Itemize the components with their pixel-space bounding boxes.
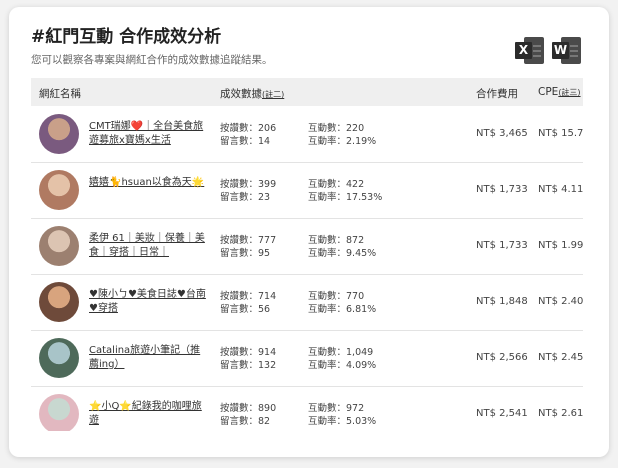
cooperation-fee: NT$ 1,733 xyxy=(476,184,528,195)
table-row: ⭐小Q⭐紀錄我的咖哩旅遊 按讚數：890 留言數：82 互動數：972 互動率：… xyxy=(31,386,583,431)
comments-count: 留言數：23 xyxy=(220,192,271,203)
excel-icon: X xyxy=(515,42,532,59)
likes-count: 按讚數：714 xyxy=(220,291,277,302)
col-fee: 合作費用 xyxy=(476,88,518,100)
export-word-button[interactable]: W xyxy=(552,36,582,66)
influencer-name-link[interactable]: Catalina旅遊小筆記（推薦ing） xyxy=(89,344,209,372)
table-row: Catalina旅遊小筆記（推薦ing） 按讚數：914 留言數：132 互動數… xyxy=(31,330,583,387)
cpe-value: NT$ 15.75 xyxy=(538,128,583,139)
avatar[interactable] xyxy=(39,282,79,322)
interaction-rate: 互動率：2.19% xyxy=(308,136,377,147)
influencer-name-link[interactable]: ⭐小Q⭐紀錄我的咖哩旅遊 xyxy=(89,400,209,428)
analysis-card: #紅門互動 合作成效分析 您可以觀察各專案與網紅合作的成效數據追蹤結果。 X W… xyxy=(9,7,609,457)
likes-count: 按讚數：777 xyxy=(220,235,277,246)
table-header: 網紅名稱 成效數據(註二) 合作費用 CPE(註三) xyxy=(31,78,583,106)
cooperation-fee: NT$ 1,848 xyxy=(476,296,528,307)
comments-count: 留言數：95 xyxy=(220,248,271,259)
table-row: 嬉嬉🐈hsuan以食為天🌟 按讚數：399 留言數：23 互動數：422 互動率… xyxy=(31,162,583,219)
avatar[interactable] xyxy=(39,114,79,154)
likes-count: 按讚數：399 xyxy=(220,179,277,190)
col-performance: 成效數據(註二) xyxy=(220,88,285,100)
table-row: 柔伊 61｜美妝｜保養｜美食｜穿搭｜日常｜ 按讚數：777 留言數：95 互動數… xyxy=(31,218,583,275)
likes-count: 按讚數：890 xyxy=(220,403,277,414)
interaction-rate: 互動率：6.81% xyxy=(308,304,377,315)
table-row: ♥陳小ㄅ♥美食日誌♥台南♥穿搭 按讚數：714 留言數：56 互動數：770 互… xyxy=(31,274,583,331)
col-influencer: 網紅名稱 xyxy=(39,88,81,100)
cpe-value: NT$ 4.11 xyxy=(538,184,583,195)
interaction-rate: 互動率：4.09% xyxy=(308,360,377,371)
interactions-count: 互動數：770 xyxy=(308,291,365,302)
influencer-name-link[interactable]: ♥陳小ㄅ♥美食日誌♥台南♥穿搭 xyxy=(89,288,209,316)
cpe-note-link[interactable]: (註三) xyxy=(558,88,580,97)
performance-note-link[interactable]: (註二) xyxy=(262,90,284,99)
interactions-count: 互動數：422 xyxy=(308,179,365,190)
interactions-count: 互動數：972 xyxy=(308,403,365,414)
avatar[interactable] xyxy=(39,394,79,431)
page-title: #紅門互動 合作成效分析 xyxy=(31,27,222,47)
cooperation-fee: NT$ 2,566 xyxy=(476,352,528,363)
likes-count: 按讚數：914 xyxy=(220,347,277,358)
avatar[interactable] xyxy=(39,170,79,210)
cpe-value: NT$ 1.99 xyxy=(538,240,583,251)
influencer-name-link[interactable]: 嬉嬉🐈hsuan以食為天🌟 xyxy=(89,176,209,190)
cooperation-fee: NT$ 1,733 xyxy=(476,240,528,251)
table-body: CMT瑞娜❤️｜全台美食旅遊募旅x寶媽x生活 按讚數：206 留言數：14 互動… xyxy=(31,106,583,431)
export-excel-button[interactable]: X xyxy=(515,36,545,66)
comments-count: 留言數：132 xyxy=(220,360,277,371)
table-row: CMT瑞娜❤️｜全台美食旅遊募旅x寶媽x生活 按讚數：206 留言數：14 互動… xyxy=(31,106,583,163)
word-icon: W xyxy=(552,42,569,59)
interaction-rate: 互動率：9.45% xyxy=(308,248,377,259)
comments-count: 留言數：56 xyxy=(220,304,271,315)
interactions-count: 互動數：872 xyxy=(308,235,365,246)
cpe-value: NT$ 2.61 xyxy=(538,408,583,419)
cpe-value: NT$ 2.45 xyxy=(538,352,583,363)
col-cpe: CPE(註三) xyxy=(538,86,581,98)
cpe-value: NT$ 2.40 xyxy=(538,296,583,307)
avatar[interactable] xyxy=(39,338,79,378)
influencer-name-link[interactable]: 柔伊 61｜美妝｜保養｜美食｜穿搭｜日常｜ xyxy=(89,232,209,260)
cooperation-fee: NT$ 3,465 xyxy=(476,128,528,139)
comments-count: 留言數：82 xyxy=(220,416,271,427)
interactions-count: 互動數：1,049 xyxy=(308,347,374,358)
avatar[interactable] xyxy=(39,226,79,266)
interaction-rate: 互動率：17.53% xyxy=(308,192,383,203)
interaction-rate: 互動率：5.03% xyxy=(308,416,377,427)
page-subtitle: 您可以觀察各專案與網紅合作的成效數據追蹤結果。 xyxy=(31,54,273,66)
comments-count: 留言數：14 xyxy=(220,136,271,147)
interactions-count: 互動數：220 xyxy=(308,123,365,134)
cooperation-fee: NT$ 2,541 xyxy=(476,408,528,419)
likes-count: 按讚數：206 xyxy=(220,123,277,134)
influencer-name-link[interactable]: CMT瑞娜❤️｜全台美食旅遊募旅x寶媽x生活 xyxy=(89,120,209,148)
